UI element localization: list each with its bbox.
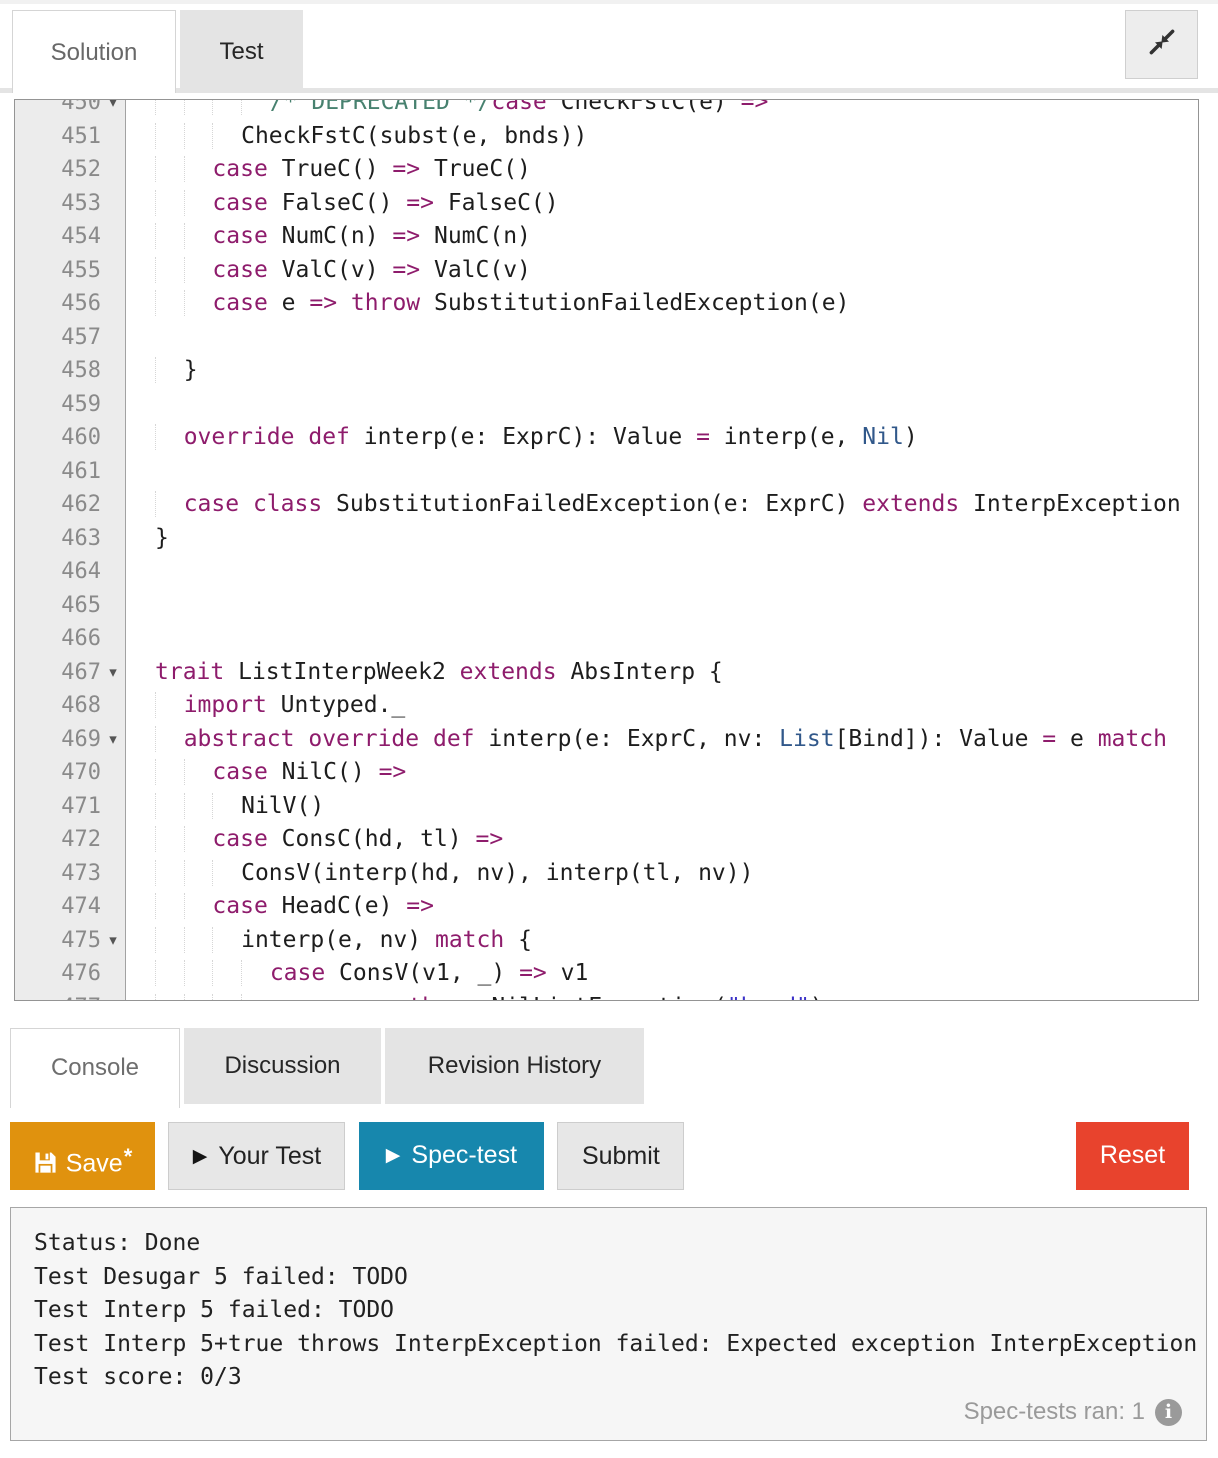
code-lines[interactable]: /* DEPRECATED */case CheckFstC(e) => Che…	[126, 99, 1198, 1001]
console-panel: Status: DoneTest Desugar 5 failed: TODOT…	[10, 1207, 1207, 1441]
code-line[interactable]: }	[126, 522, 1198, 556]
tab-solution[interactable]: Solution	[12, 10, 176, 93]
code-line[interactable]	[126, 321, 1198, 355]
code-line[interactable]	[126, 555, 1198, 589]
code-line[interactable]: import Untyped._	[126, 689, 1198, 723]
tab-console[interactable]: Console	[10, 1028, 180, 1108]
submit-button[interactable]: Submit	[557, 1122, 684, 1190]
console-line: Test Interp 5+true throws InterpExceptio…	[11, 1328, 1206, 1362]
gutter-line[interactable]: 468	[15, 689, 125, 723]
code-line[interactable]: case NumC(n) => NumC(n)	[126, 220, 1198, 254]
tab-revision-history[interactable]: Revision History	[385, 1028, 644, 1104]
fold-arrow-icon[interactable]: ▾	[103, 656, 123, 690]
collapse-editor-button[interactable]	[1125, 10, 1198, 79]
console-line: Test Interp 5 failed: TODO	[11, 1294, 1206, 1328]
gutter-line[interactable]: 461	[15, 455, 125, 489]
gutter-line[interactable]: 452	[15, 153, 125, 187]
code-line[interactable]: case e => throw SubstitutionFailedExcept…	[126, 287, 1198, 321]
spec-tests-ran-label: Spec-tests ran: 1	[964, 1398, 1145, 1426]
gutter-line[interactable]: 470	[15, 756, 125, 790]
reset-button[interactable]: Reset	[1076, 1122, 1189, 1190]
console-output: Status: DoneTest Desugar 5 failed: TODOT…	[11, 1208, 1206, 1395]
toolbar: Save* ▶ Your Test ▶ Spec-test Submit Reset	[10, 1122, 1208, 1190]
code-line[interactable]	[126, 589, 1198, 623]
compress-icon	[1147, 27, 1177, 62]
gutter-line[interactable]: 453	[15, 187, 125, 221]
code-line[interactable]: case class SubstitutionFailedException(e…	[126, 488, 1198, 522]
code-line[interactable]: trait ListInterpWeek2 extends AbsInterp …	[126, 656, 1198, 690]
gutter-line[interactable]: 456	[15, 287, 125, 321]
code-line[interactable]: case TrueC() => TrueC()	[126, 153, 1198, 187]
floppy-disk-icon	[34, 1133, 57, 1199]
code-line[interactable]	[126, 388, 1198, 422]
code-line[interactable]: case _ => throw NilListException("head")	[126, 991, 1198, 1002]
play-icon: ▶	[193, 1124, 208, 1190]
info-circle-icon[interactable]: i	[1155, 1399, 1182, 1426]
code-line[interactable]: case FalseC() => FalseC()	[126, 187, 1198, 221]
spec-test-button[interactable]: ▶ Spec-test	[359, 1122, 544, 1190]
code-line[interactable]: case ConsC(hd, tl) =>	[126, 823, 1198, 857]
gutter-line[interactable]: 460	[15, 421, 125, 455]
save-label: Save	[66, 1149, 123, 1177]
code-line[interactable]: abstract override def interp(e: ExprC, n…	[126, 723, 1198, 757]
code-line[interactable]: ConsV(interp(hd, nv), interp(tl, nv))	[126, 857, 1198, 891]
gutter-line[interactable]: 464	[15, 555, 125, 589]
code-line[interactable]: case HeadC(e) =>	[126, 890, 1198, 924]
reset-label: Reset	[1100, 1141, 1165, 1169]
save-button[interactable]: Save*	[10, 1122, 155, 1190]
gutter-line[interactable]: 471	[15, 790, 125, 824]
console-line: Test score: 0/3	[11, 1361, 1206, 1395]
gutter-line[interactable]: 465	[15, 589, 125, 623]
top-hairline	[0, 0, 1218, 4]
submit-label: Submit	[582, 1142, 660, 1170]
code-line[interactable]: interp(e, nv) match {	[126, 924, 1198, 958]
fold-arrow-icon[interactable]: ▾	[103, 99, 123, 120]
fold-arrow-icon[interactable]: ▾	[103, 723, 123, 757]
code-line[interactable]: /* DEPRECATED */case CheckFstC(e) =>	[126, 99, 1198, 120]
code-line[interactable]: NilV()	[126, 790, 1198, 824]
gutter-line[interactable]: 474	[15, 890, 125, 924]
fold-arrow-icon[interactable]: ▾	[103, 924, 123, 958]
gutter-line[interactable]: 477	[15, 991, 125, 1002]
unsaved-indicator: *	[124, 1144, 133, 1169]
code-line[interactable]: case ConsV(v1, _) => v1	[126, 957, 1198, 991]
gutter-line[interactable]: 475▾	[15, 924, 125, 958]
gutter-line[interactable]: 450▾	[15, 99, 125, 120]
code-line[interactable]: CheckFstC(subst(e, bnds))	[126, 120, 1198, 154]
gutter-line[interactable]: 455	[15, 254, 125, 288]
your-test-button[interactable]: ▶ Your Test	[168, 1122, 345, 1190]
gutter[interactable]: 450▾451452453454455456457458459460461462…	[15, 99, 126, 1001]
code-editor[interactable]: 450▾451452453454455456457458459460461462…	[14, 99, 1199, 1001]
tab-test[interactable]: Test	[180, 10, 303, 93]
spec-test-label: Spec-test	[411, 1141, 517, 1169]
gutter-line[interactable]: 457	[15, 321, 125, 355]
gutter-line[interactable]: 458	[15, 354, 125, 388]
code-line[interactable]	[126, 455, 1198, 489]
console-line: Status: Done	[11, 1227, 1206, 1261]
code-line[interactable]: case ValC(v) => ValC(v)	[126, 254, 1198, 288]
gutter-line[interactable]: 454	[15, 220, 125, 254]
gutter-line[interactable]: 476	[15, 957, 125, 991]
gutter-line[interactable]: 473	[15, 857, 125, 891]
your-test-label: Your Test	[218, 1142, 321, 1170]
gutter-line[interactable]: 462	[15, 488, 125, 522]
play-icon: ▶	[386, 1123, 401, 1189]
code-line[interactable]	[126, 622, 1198, 656]
gutter-line[interactable]: 466	[15, 622, 125, 656]
tab-discussion[interactable]: Discussion	[184, 1028, 381, 1104]
console-line: Test Desugar 5 failed: TODO	[11, 1261, 1206, 1295]
gutter-line[interactable]: 469▾	[15, 723, 125, 757]
gutter-line[interactable]: 467▾	[15, 656, 125, 690]
gutter-line[interactable]: 463	[15, 522, 125, 556]
code-line[interactable]: }	[126, 354, 1198, 388]
code-line[interactable]: override def interp(e: ExprC): Value = i…	[126, 421, 1198, 455]
gutter-line[interactable]: 472	[15, 823, 125, 857]
code-line[interactable]: case NilC() =>	[126, 756, 1198, 790]
gutter-line[interactable]: 451	[15, 120, 125, 154]
gutter-line[interactable]: 459	[15, 388, 125, 422]
